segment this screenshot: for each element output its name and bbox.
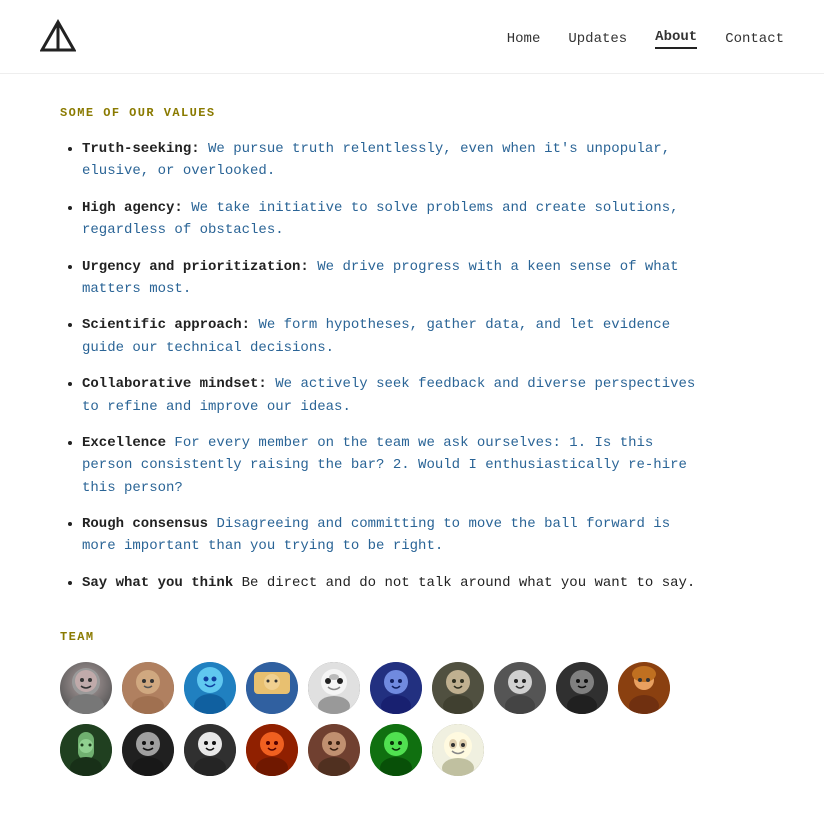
list-item: Collaborative mindset: We actively seek … [82, 373, 700, 418]
avatar [308, 662, 360, 714]
avatar [370, 662, 422, 714]
list-item: Say what you think Be direct and do not … [82, 572, 700, 594]
value-label: High agency: [82, 200, 183, 216]
avatar [556, 662, 608, 714]
avatar [432, 724, 484, 776]
team-section: TEAM [60, 630, 700, 776]
values-list: Truth-seeking: We pursue truth relentles… [60, 138, 700, 594]
list-item: Excellence For every member on the team … [82, 432, 700, 499]
list-item: Rough consensus Disagreeing and committi… [82, 513, 700, 558]
value-label: Scientific approach: [82, 317, 250, 333]
list-item: Truth-seeking: We pursue truth relentles… [82, 138, 700, 183]
avatar [618, 662, 670, 714]
values-section: SOME OF OUR VALUES Truth-seeking: We pur… [60, 106, 700, 594]
value-label: Urgency and prioritization: [82, 259, 309, 275]
team-heading: TEAM [60, 630, 700, 644]
value-label: Rough consensus [82, 516, 208, 532]
value-label: Truth-seeking: [82, 141, 200, 157]
avatar [122, 662, 174, 714]
avatar [494, 662, 546, 714]
value-label: Say what you think [82, 575, 233, 591]
avatar [432, 662, 484, 714]
nav-contact[interactable]: Contact [725, 31, 784, 47]
main-nav: Home Updates About Contact [507, 29, 784, 49]
value-text: Be direct and do not talk around what yo… [242, 575, 696, 591]
avatar [122, 724, 174, 776]
value-text: For every member on the team we ask ours… [82, 435, 687, 496]
avatar [60, 662, 112, 714]
value-label: Excellence [82, 435, 166, 451]
list-item: High agency: We take initiative to solve… [82, 197, 700, 242]
site-header: Home Updates About Contact [0, 0, 824, 74]
avatar [370, 724, 422, 776]
list-item: Scientific approach: We form hypotheses,… [82, 314, 700, 359]
avatar [184, 724, 236, 776]
avatar [60, 724, 112, 776]
avatar [246, 724, 298, 776]
avatar [184, 662, 236, 714]
list-item: Urgency and prioritization: We drive pro… [82, 256, 700, 301]
avatar [246, 662, 298, 714]
values-heading: SOME OF OUR VALUES [60, 106, 700, 120]
nav-updates[interactable]: Updates [568, 31, 627, 47]
team-grid [60, 662, 700, 776]
nav-home[interactable]: Home [507, 31, 541, 47]
logo [40, 18, 76, 59]
nav-about[interactable]: About [655, 29, 697, 49]
main-content: SOME OF OUR VALUES Truth-seeking: We pur… [0, 74, 760, 816]
value-label: Collaborative mindset: [82, 376, 267, 392]
avatar [308, 724, 360, 776]
